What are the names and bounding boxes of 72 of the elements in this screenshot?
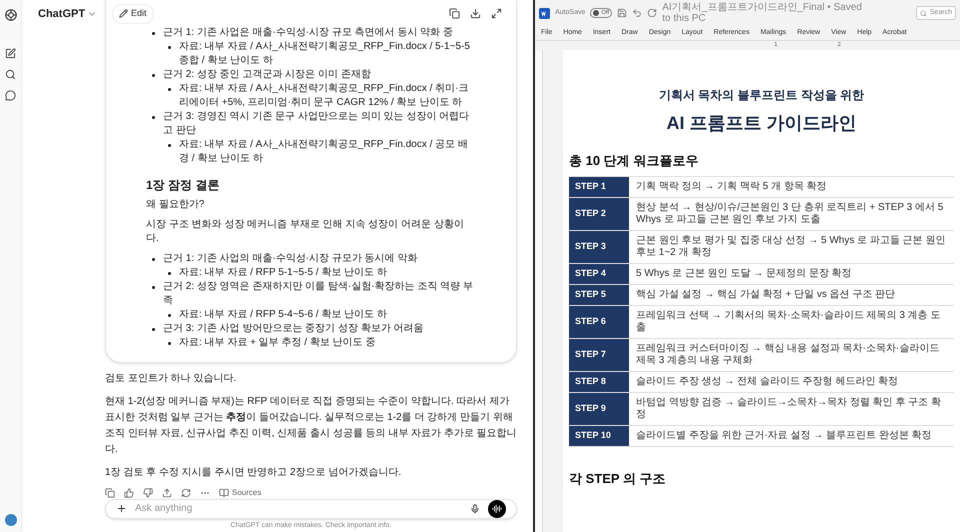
step-label: STEP 10 bbox=[569, 426, 629, 446]
pencil-icon bbox=[119, 9, 128, 18]
paragraph: 왜 필요한가? bbox=[146, 198, 206, 212]
list-item-text: 근거 3: 기존 사업 방어만으로는 중장기 성장 확보가 어려움 bbox=[163, 322, 424, 336]
sources-button[interactable]: Sources bbox=[219, 486, 262, 498]
step-description: 슬라이드 주장 생성 → 전체 슬라이드 주장형 헤드라인 확정 bbox=[635, 374, 900, 388]
share-icon[interactable] bbox=[162, 488, 172, 498]
document-subtitle: 기획서 목차의 블루프린트 작성을 위한 bbox=[658, 87, 866, 104]
edit-button[interactable]: Edit bbox=[112, 4, 154, 24]
paragraph: 시장 구조 변화와 성장 메커니즘 부재로 인해 지속 성장이 어려운 상황이다. bbox=[146, 218, 465, 246]
step-description: 프레임워크 선택 → 기획서의 목차·소목차·슬라이드 제목의 3 계층 도출 bbox=[635, 308, 942, 334]
list-item-text: 근거 2: 성장 중인 고객군과 시장은 이미 존재함 bbox=[163, 68, 371, 82]
step-description: 바텀업 역방향 검증 → 슬라이드→소목차→목차 정렬 확인 후 구조 확정 bbox=[635, 396, 942, 422]
microphone-icon[interactable] bbox=[470, 504, 480, 514]
step-label: STEP 8 bbox=[569, 372, 629, 392]
word-logo-icon[interactable] bbox=[539, 8, 550, 18]
list-item-text: 근거 1: 기존 사업의 매출·수익성·시장 규모가 동시에 악화 bbox=[163, 252, 418, 266]
step-description: 슬라이드별 주장을 위한 근거·자료 설정 → 블루프린트 완성본 확정 bbox=[635, 428, 933, 442]
voice-button[interactable] bbox=[488, 500, 506, 518]
undo-icon[interactable] bbox=[632, 8, 642, 18]
book-icon bbox=[219, 488, 229, 498]
list-item-text: 근거 3: 경영진 역시 기존 문구 사업만으로는 의미 있는 성장이 어렵다고 판단 bbox=[163, 110, 470, 138]
ask-field[interactable]: Ask anything bbox=[135, 501, 462, 516]
step-label: STEP 6 bbox=[569, 306, 629, 338]
expand-icon[interactable] bbox=[491, 8, 502, 20]
step-label: STEP 7 bbox=[569, 338, 629, 370]
copy-icon[interactable] bbox=[105, 488, 115, 498]
document-title: AI기획서_프롬프트가이드라인_Final • Saved to this PC bbox=[662, 2, 862, 24]
new-chat-icon[interactable] bbox=[5, 48, 16, 59]
toggle-knob bbox=[593, 10, 600, 16]
copy-icon[interactable] bbox=[449, 8, 460, 20]
step-label: STEP 5 bbox=[569, 284, 629, 304]
section-heading: 1장 잠정 결론 bbox=[146, 178, 220, 192]
step-description: 5 Whys 로 근본 원인 도달 → 문제정의 문장 확정 bbox=[635, 266, 853, 280]
message-paragraph: 1장 검토 후 수정 지시를 주시면 반영하고 2장으로 넘어가겠습니다. bbox=[105, 466, 402, 480]
chat-bubble-icon[interactable] bbox=[5, 90, 16, 101]
redo-icon[interactable] bbox=[647, 8, 658, 18]
step-description: 근본 원인 후보 평가 및 집중 대상 선정 → 5 Whys 로 파고들 근본 원인 후보 1~2 개 확정 bbox=[635, 234, 946, 260]
step-label: STEP 4 bbox=[569, 264, 629, 284]
message-paragraph: 검토 포인트가 하나 있습니다. bbox=[105, 372, 238, 386]
avatar[interactable] bbox=[4, 514, 16, 526]
step-label: STEP 2 bbox=[569, 198, 629, 230]
document-title-heading: AI 프롬프트 가이드라인 bbox=[665, 112, 858, 135]
structure-heading: 각 STEP 의 구조 bbox=[569, 470, 667, 488]
list-item-text: 자료: 내부 자료 / RFP 5-4~5-6 / 확보 난이도 하 bbox=[179, 308, 387, 322]
step-label: STEP 3 bbox=[569, 230, 629, 262]
list-item-text: 자료: 내부 자료 + 일부 추정 / 확보 난이도 중 bbox=[179, 336, 376, 350]
message-input[interactable]: Ask anything bbox=[105, 498, 517, 519]
regenerate-icon[interactable] bbox=[181, 488, 191, 498]
step-description: 핵심 가설 설정 → 핵심 가설 확정 + 단일 vs 옵션 구조 판단 bbox=[635, 288, 896, 302]
list-item-text: 자료: 내부 자료 / A사_사내전략기획공모_RFP_Fin.docx / 공모 배경 / 확보 난이도 하 bbox=[179, 138, 469, 166]
thumbs-down-icon[interactable] bbox=[143, 488, 153, 498]
download-icon[interactable] bbox=[470, 8, 481, 20]
thumbs-up-icon[interactable] bbox=[124, 488, 134, 498]
search-icon bbox=[920, 10, 927, 16]
search-icon[interactable] bbox=[5, 69, 16, 80]
model-selector[interactable]: ChatGPT bbox=[38, 6, 98, 22]
list-item-text: 자료: 내부 자료 / A사_사내전략기획공모_RFP_Fin.docx / 취미·크리에이터 +5%, 프리미엄·취미 문구 CAGR 12% / 확보 난이도 하 bbox=[179, 82, 470, 110]
step-description: 프레임워크 커스터마이징 → 핵심 내용 설정과 목차·소목차·슬라이드 제목 3 계층의 내용 구체화 bbox=[635, 342, 940, 368]
save-icon[interactable] bbox=[617, 8, 628, 18]
step-label: STEP 1 bbox=[569, 176, 629, 196]
list-item-text: 근거 1: 기존 사업은 매출·수익성·시장 규모 측면에서 동시 약화 중 bbox=[163, 26, 454, 40]
step-description: 기획 맥락 정의 → 기획 맥락 5 개 항목 확정 bbox=[635, 180, 828, 194]
step-description: 현상 분석 → 현상/이슈/근본원인 3 단 층위 로직트리 + STEP 3 에서 5 Whys 로 파고들 근본 원인 후보 가지 도출 bbox=[635, 200, 944, 226]
list-item-text: 자료: 내부 자료 / A사_사내전략기획공모_RFP_Fin.docx / 5-1~5-5 종합 / 확보 난이도 하 bbox=[179, 40, 471, 68]
workflow-heading: 총 10 단계 워크플로우 bbox=[569, 152, 700, 170]
list-item-text: 자료: 내부 자료 / RFP 5-1~5-5 / 확보 난이도 하 bbox=[179, 266, 387, 280]
plus-icon[interactable] bbox=[116, 503, 127, 514]
step-label: STEP 9 bbox=[569, 392, 629, 424]
audio-lines-icon bbox=[492, 504, 502, 514]
message-paragraph: 현재 1-2(성장 메커니즘 부재)는 RFP 데이터로 직접 증명되는 수준이 약합니다. 따라서 제가 표시한 것처럼 일부 근거는 추정이 들어갔습니다. 실무적으로는 1-2를 더 강하게 만들기 위해 조직 인터뷰 자료, 신규사업 추진 이력, 신제품 출시 성공률 등의 내부 자료가 추가로 필요합니다. bbox=[105, 394, 517, 456]
list-item-text: 근거 2: 성장 영역은 존재하지만 이를 탐색·실험·확장하는 조직 역량 부족 bbox=[163, 280, 474, 308]
